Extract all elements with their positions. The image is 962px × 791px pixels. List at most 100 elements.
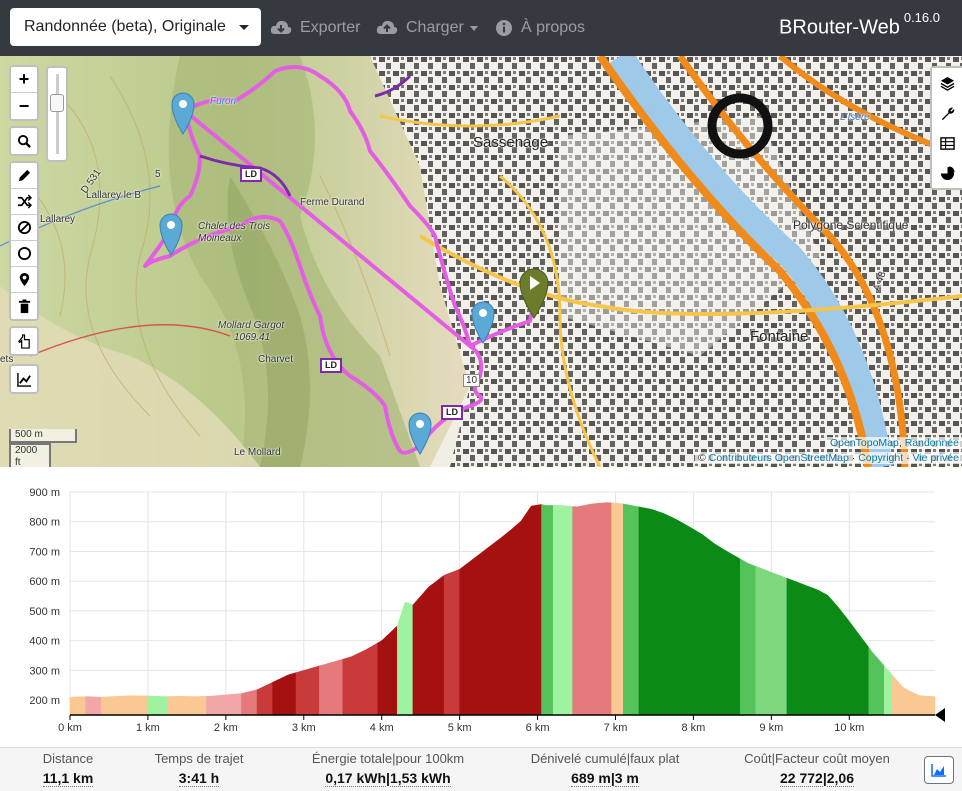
map-label-mollard-gargot: Mollard Gargot <box>218 320 285 331</box>
zoom-in-button[interactable]: + <box>11 67 37 93</box>
brand[interactable]: BRouter-Web 0.16.0 <box>779 10 940 40</box>
stat-cost-value: 22 772 <box>780 770 823 787</box>
draw-route-button[interactable] <box>11 163 37 189</box>
elevation-band <box>319 658 343 716</box>
route-badge: LD <box>320 358 342 373</box>
attribution-osm-link[interactable]: Contributeurs OpenStreetMap <box>709 452 849 464</box>
scale-imperial: 2000 ft <box>9 443 51 467</box>
stat-time-label: Temps de trajet <box>154 751 244 766</box>
circle-button[interactable] <box>11 241 37 267</box>
table-icon <box>939 136 955 150</box>
y-tick-label: 800 m <box>29 517 60 529</box>
map-label-charvet: Charvet <box>258 354 294 365</box>
x-tick-label: 8 km <box>682 722 706 734</box>
stat-distance: Distance 11,1 km <box>20 751 116 787</box>
layers-icon <box>940 76 954 91</box>
elevation-band <box>623 503 640 716</box>
elevation-toggle-button[interactable] <box>11 366 37 392</box>
elevation-band <box>412 574 445 716</box>
export-label: Exporter <box>300 19 361 36</box>
layers-button[interactable] <box>932 68 962 98</box>
x-tick-label: 9 km <box>759 722 783 734</box>
zoom-slider[interactable] <box>46 66 68 162</box>
stat-energy-label: Énergie totale|pour 100km <box>311 751 465 766</box>
y-tick-label: 200 m <box>29 695 60 707</box>
hide-markers-button[interactable] <box>11 267 37 293</box>
attribution-opentopomap-link[interactable]: OpenTopoMap <box>830 437 899 449</box>
chevron-down-icon <box>469 25 478 31</box>
reverse-route-button[interactable] <box>11 189 37 215</box>
map-tiles <box>0 56 962 467</box>
map-label-lisere: L'Isère <box>840 112 870 123</box>
elevation-band <box>272 672 297 716</box>
elevation-band <box>552 505 573 716</box>
elevation-band <box>206 693 242 716</box>
copyright-symbol: © <box>698 452 706 464</box>
copyright-link[interactable]: Copyright <box>858 452 903 464</box>
search-icon <box>17 134 31 148</box>
x-tick-label: 3 km <box>292 722 316 734</box>
map-label-le-mollard: Le Mollard <box>234 447 281 458</box>
stat-cost-label: Coût|Facteur coût moyen <box>744 751 890 766</box>
elevation-band <box>85 696 102 716</box>
profile-select[interactable]: Randonnée (beta), Originale <box>10 8 261 46</box>
load-menu[interactable]: Charger <box>376 16 478 40</box>
settings-button[interactable] <box>932 98 962 128</box>
y-tick-label: 500 m <box>29 606 60 618</box>
attribution-line1: OpenTopoMap, Randonnée <box>826 437 962 449</box>
y-tick-label: 600 m <box>29 576 60 588</box>
elevation-band <box>638 506 741 716</box>
export-menu[interactable]: Exporter <box>270 16 360 40</box>
stat-climb: Dénivelé cumulé|faux plat 689 m|3 m <box>520 751 690 787</box>
itinerary-table-button[interactable] <box>932 128 962 158</box>
top-navbar: Randonnée (beta), Originale Exporter Cha… <box>0 0 962 56</box>
road-number: 10 <box>463 374 481 387</box>
ban-icon <box>17 220 31 235</box>
toggle-chart-button[interactable] <box>924 756 954 784</box>
elevation-chart[interactable]: 900 m 800 m 700 m 600 m 500 m 400 m 300 m 200 m… <box>0 467 962 747</box>
x-tick-label: 10 km <box>834 722 864 734</box>
zoom-control: + − <box>9 65 39 121</box>
stat-climb-value: 689 m <box>571 770 611 787</box>
load-label: Charger <box>406 19 464 36</box>
search-control <box>9 126 39 156</box>
delete-route-button[interactable] <box>11 293 37 319</box>
x-tick-label: 5 km <box>448 722 472 734</box>
brand-version: 0.16.0 <box>903 10 940 25</box>
map-view[interactable]: Sassenage Polygone Scientifique Fontaine… <box>0 56 962 467</box>
elevation-band <box>100 695 149 716</box>
analysis-button[interactable] <box>932 158 962 188</box>
privacy-link[interactable]: Vie privée <box>912 452 959 464</box>
elevation-band <box>397 601 414 716</box>
about-menu[interactable]: À propos <box>495 16 585 40</box>
elevation-band <box>459 504 542 716</box>
elevation-band <box>69 696 86 716</box>
zoom-out-button[interactable]: − <box>11 93 37 119</box>
map-label-lallarey-b: Lallarey le B <box>86 190 142 201</box>
map-label-fontaine: Fontaine <box>750 328 809 345</box>
marker-off-icon <box>19 272 29 287</box>
attribution-randonnee-link[interactable]: Randonnée <box>905 437 959 449</box>
zoom-slider-handle[interactable] <box>50 94 64 112</box>
y-tick-label: 700 m <box>29 546 60 558</box>
cloud-upload-icon <box>376 20 398 34</box>
x-tick-label: 1 km <box>136 722 160 734</box>
pointer-button[interactable] <box>11 328 37 354</box>
x-tick-label: 2 km <box>214 722 238 734</box>
scale-metric: 500 m <box>9 429 77 443</box>
map-label-lallarey: Lallarey <box>40 214 76 225</box>
info-icon <box>496 20 512 36</box>
right-toolbar <box>930 66 962 190</box>
brand-name: BRouter-Web <box>779 16 900 39</box>
elevation-band <box>786 577 870 716</box>
nogo-area-button[interactable] <box>11 215 37 241</box>
draw-toolbar <box>9 161 39 321</box>
route-stats-footer: Distance 11,1 km Temps de trajet 3:41 h … <box>0 747 962 791</box>
attribution-line2: © Contributeurs OpenStreetMap · Copyrigh… <box>695 452 962 464</box>
elevation-band <box>868 646 885 716</box>
elevation-band <box>884 665 893 716</box>
search-button[interactable] <box>11 128 37 154</box>
map-label-ferme: Ferme Durand <box>300 197 365 208</box>
chevron-down-icon <box>239 25 249 30</box>
map-label-mollard-alt: 1069.41 <box>234 332 271 343</box>
